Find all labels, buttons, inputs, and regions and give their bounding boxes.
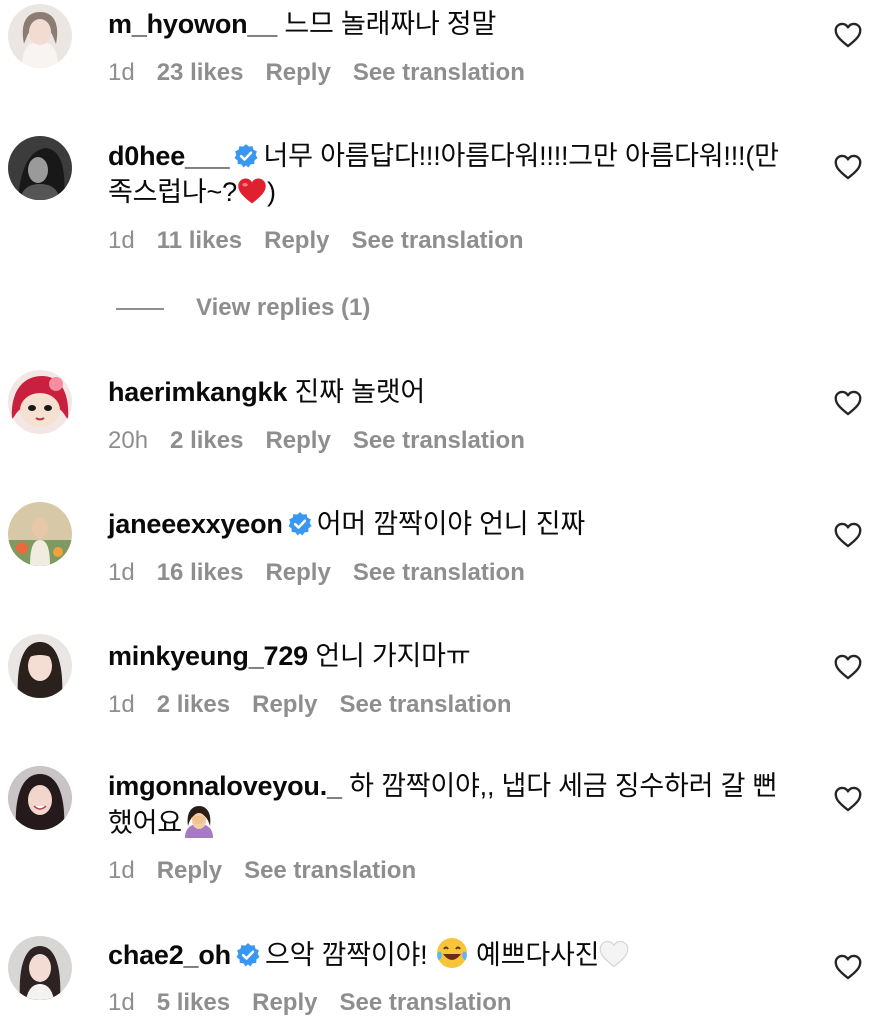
heart-outline-icon[interactable]: [834, 654, 862, 680]
reply-button[interactable]: Reply: [265, 559, 330, 586]
see-translation-button[interactable]: See translation: [353, 559, 525, 586]
heart-outline-icon[interactable]: [834, 522, 862, 548]
comment-text: m_hyowon__ 느므 놀래짜나 정말: [108, 6, 808, 42]
white-heart-icon: [599, 940, 629, 968]
comment-likes[interactable]: 5 likes: [157, 989, 230, 1016]
comment-body: 언니 가지마ㅠ: [315, 641, 471, 671]
comment-text: janeeexxyeon 어머 깜짝이야 언니 진짜: [108, 506, 808, 542]
comment-username[interactable]: minkyeung_729: [108, 641, 308, 671]
comment-text: d0hee___ 너무 아름답다!!!아름다워!!!!그만 아름다워!!!(만 …: [108, 138, 808, 210]
comment-item: janeeexxyeon 어머 깜짝이야 언니 진짜 1d 16 likes Rep…: [0, 492, 880, 602]
see-translation-button[interactable]: See translation: [351, 227, 523, 254]
comment-time[interactable]: 20h: [108, 427, 148, 454]
comment-likes[interactable]: 2 likes: [157, 691, 230, 718]
see-translation-button[interactable]: See translation: [353, 59, 525, 86]
comment-meta: 1d 2 likes Reply See translation: [108, 690, 534, 720]
comment-time[interactable]: 1d: [108, 559, 135, 586]
comment-time[interactable]: 1d: [108, 691, 135, 718]
see-translation-button[interactable]: See translation: [353, 427, 525, 454]
comment-meta: 1d 16 likes Reply See translation: [108, 558, 547, 588]
comment-item: minkyeung_729 언니 가지마ㅠ 1d 2 likes Reply See …: [0, 624, 880, 734]
comment-time[interactable]: 1d: [108, 989, 135, 1016]
heart-outline-icon[interactable]: [834, 390, 862, 416]
comment-time[interactable]: 1d: [108, 59, 135, 86]
view-replies-button[interactable]: View replies (1): [116, 294, 370, 326]
comment-likes[interactable]: 16 likes: [157, 559, 244, 586]
comment-username[interactable]: imgonnaloveyou._: [108, 771, 342, 801]
comment-username[interactable]: chae2_oh: [108, 940, 231, 970]
view-replies-label: View replies (1): [196, 294, 371, 321]
comment-likes[interactable]: 23 likes: [157, 59, 244, 86]
verified-badge-icon: [236, 943, 260, 967]
comment-body: 진짜 놀랫어: [294, 377, 426, 407]
reply-button[interactable]: Reply: [264, 227, 329, 254]
comment-body: 느므 놀래짜나 정말: [284, 9, 497, 39]
comment-username[interactable]: janeeexxyeon: [108, 509, 283, 539]
face-with-tears-of-joy-icon: [436, 938, 467, 968]
comment-time[interactable]: 1d: [108, 857, 135, 884]
comment-meta: 1d 5 likes Reply See translation: [108, 988, 534, 1018]
comment-item: m_hyowon__ 느므 놀래짜나 정말 1d 23 likes Reply See…: [0, 0, 880, 100]
heart-outline-icon[interactable]: [834, 954, 862, 980]
comment-item: haerimkangkk 진짜 놀랫어 20h 2 likes Reply See t…: [0, 360, 880, 470]
comment-body: 어머 깜짝이야 언니 진짜: [316, 509, 586, 539]
reply-button[interactable]: Reply: [265, 427, 330, 454]
comment-username[interactable]: d0hee___: [108, 141, 230, 171]
reply-button[interactable]: Reply: [265, 59, 330, 86]
avatar[interactable]: [8, 4, 72, 68]
comment-username[interactable]: m_hyowon__: [108, 9, 277, 39]
verified-badge-icon: [288, 512, 312, 536]
reply-button[interactable]: Reply: [252, 691, 317, 718]
comment-body-end: ): [266, 177, 276, 207]
comment-body-end: 예쁘다사진: [476, 940, 600, 970]
comment-meta: 1d 11 likes Reply See translation: [108, 226, 546, 256]
comment-username[interactable]: haerimkangkk: [108, 377, 287, 407]
avatar[interactable]: [8, 502, 72, 566]
red-heart-icon: [238, 178, 266, 204]
see-translation-button[interactable]: See translation: [244, 857, 416, 884]
comment-meta: 1d Reply See translation: [108, 856, 438, 886]
comment-time[interactable]: 1d: [108, 227, 135, 254]
reply-button[interactable]: Reply: [157, 857, 222, 884]
comment-text: chae2_oh 으악 깜짝이야! 예쁘다사진: [108, 936, 808, 973]
comment-text: imgonnaloveyou._ 하 깜짝이야,, 냅다 세금 징수하러 갈 뻔…: [108, 768, 808, 841]
avatar[interactable]: [8, 136, 72, 200]
heart-outline-icon[interactable]: [834, 786, 862, 812]
heart-outline-icon[interactable]: [834, 22, 862, 48]
avatar[interactable]: [8, 634, 72, 698]
verified-badge-icon: [235, 144, 258, 168]
avatar[interactable]: [8, 370, 72, 434]
avatar[interactable]: [8, 766, 72, 830]
comment-meta: 1d 23 likes Reply See translation: [108, 58, 547, 88]
comment-meta: 20h 2 likes Reply See translation: [108, 426, 547, 456]
comment-likes[interactable]: 11 likes: [157, 227, 242, 254]
comment-text: haerimkangkk 진짜 놀랫어: [108, 374, 808, 410]
comment-item: chae2_oh 으악 깜짝이야! 예쁘다사진 1d 5 likes Reply Se…: [0, 922, 880, 1022]
comment-text: minkyeung_729 언니 가지마ㅠ: [108, 638, 808, 674]
avatar[interactable]: [8, 936, 72, 1000]
reply-button[interactable]: Reply: [252, 989, 317, 1016]
comment-body: 으악 깜짝이야!: [264, 940, 428, 970]
heart-outline-icon[interactable]: [834, 154, 862, 180]
comment-likes[interactable]: 2 likes: [170, 427, 243, 454]
see-translation-button[interactable]: See translation: [339, 691, 511, 718]
replies-divider: [116, 307, 164, 310]
see-translation-button[interactable]: See translation: [339, 989, 511, 1016]
face-palm-icon: [184, 806, 213, 838]
comment-item: imgonnaloveyou._ 하 깜짝이야,, 냅다 세금 징수하러 갈 뻔…: [0, 756, 880, 896]
